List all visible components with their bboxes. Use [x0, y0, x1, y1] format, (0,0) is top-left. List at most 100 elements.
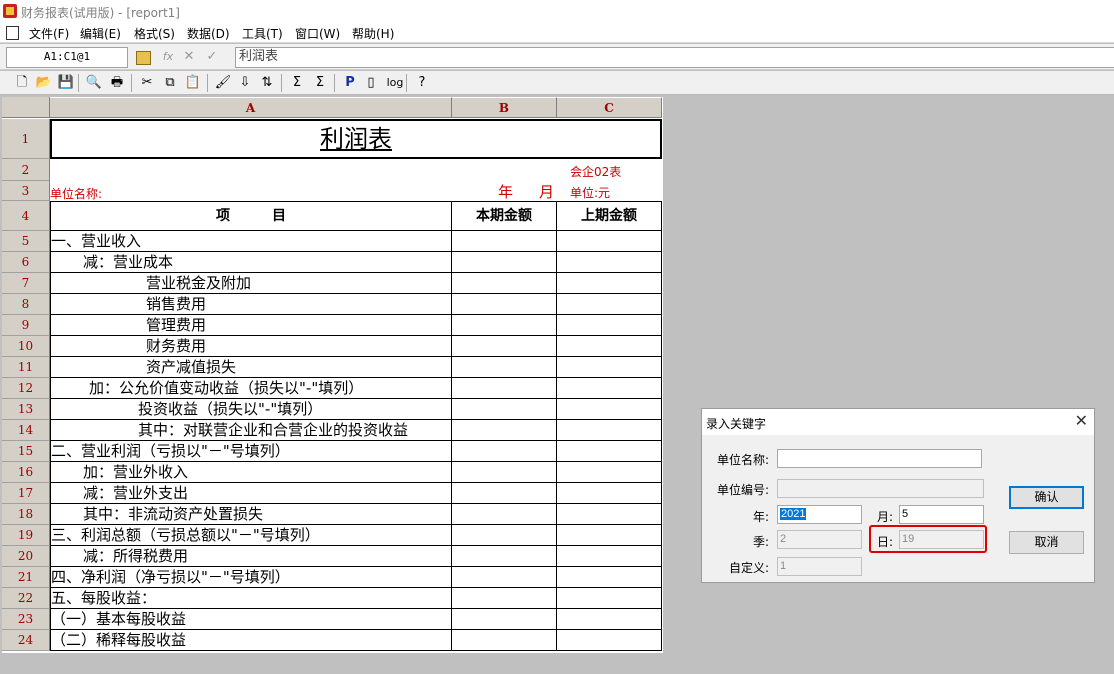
row-header[interactable]: 1: [2, 119, 50, 159]
line-item-label[interactable]: （二）稀释每股收益: [50, 630, 452, 651]
previous-amount-cell[interactable]: [557, 357, 662, 378]
help-pointer-icon[interactable]: ?: [413, 74, 431, 92]
month-input[interactable]: 5: [899, 505, 984, 524]
row-header[interactable]: 7: [2, 273, 50, 294]
previous-amount-cell[interactable]: [557, 546, 662, 567]
previous-amount-cell[interactable]: [557, 441, 662, 462]
current-amount-cell[interactable]: [452, 231, 557, 252]
line-item-label[interactable]: 销售费用: [50, 294, 452, 315]
previous-amount-cell[interactable]: [557, 273, 662, 294]
line-item-label[interactable]: 减：所得税费用: [50, 546, 452, 567]
unit-name-input[interactable]: [777, 449, 982, 468]
spreadsheet[interactable]: A B C 1 2 3 4 5 6 7 8 9 10 11 12 13 14 15 16 17 18 19 20 21 22 23…: [2, 97, 663, 653]
cut-icon[interactable]: ✂: [138, 74, 156, 92]
column-header-c[interactable]: C: [557, 97, 662, 118]
menu-help[interactable]: 帮助(H): [352, 25, 394, 42]
column-header-a[interactable]: A: [50, 97, 452, 118]
row-header[interactable]: 12: [2, 378, 50, 399]
previous-amount-cell[interactable]: [557, 630, 662, 651]
row-header[interactable]: 3: [2, 181, 50, 201]
current-amount-cell[interactable]: [452, 504, 557, 525]
current-amount-cell[interactable]: [452, 399, 557, 420]
row-header[interactable]: 9: [2, 315, 50, 336]
year-input[interactable]: 2021: [777, 505, 862, 524]
line-item-label[interactable]: 减：营业外支出: [50, 483, 452, 504]
row-header[interactable]: 10: [2, 336, 50, 357]
line-item-label[interactable]: 三、利润总额（亏损总额以"－"号填列）: [50, 525, 452, 546]
line-item-label[interactable]: 五、每股收益：: [50, 588, 452, 609]
row-header[interactable]: 24: [2, 630, 50, 651]
copy-icon[interactable]: ⧉: [161, 74, 179, 92]
sort-icon[interactable]: ⇅: [258, 74, 276, 92]
cancel-edit-icon[interactable]: ✕: [181, 49, 197, 65]
paste-icon[interactable]: 📋: [184, 74, 202, 92]
menu-data[interactable]: 数据(D): [187, 25, 230, 42]
line-item-label[interactable]: 营业税金及附加: [50, 273, 452, 294]
function-wizard-icon[interactable]: [136, 51, 151, 65]
confirm-edit-icon[interactable]: ✓: [204, 49, 220, 65]
row-header[interactable]: 8: [2, 294, 50, 315]
current-amount-cell[interactable]: [452, 567, 557, 588]
current-amount-cell[interactable]: [452, 420, 557, 441]
menu-tools[interactable]: 工具(T): [242, 25, 283, 42]
current-amount-cell[interactable]: [452, 546, 557, 567]
unit-code-input[interactable]: [777, 479, 984, 498]
custom-input[interactable]: 1: [777, 557, 862, 576]
previous-amount-cell[interactable]: [557, 525, 662, 546]
sum-icon[interactable]: Σ: [288, 74, 306, 92]
current-amount-cell[interactable]: [452, 273, 557, 294]
cell-reference-box[interactable]: A1:C1@1: [6, 47, 128, 68]
menu-edit[interactable]: 编辑(E): [80, 25, 121, 42]
current-amount-cell[interactable]: [452, 378, 557, 399]
previous-amount-cell[interactable]: [557, 399, 662, 420]
previous-amount-cell[interactable]: [557, 378, 662, 399]
current-amount-cell[interactable]: [452, 525, 557, 546]
row-header[interactable]: 4: [2, 201, 50, 231]
row-header[interactable]: 13: [2, 399, 50, 420]
previous-amount-cell[interactable]: [557, 336, 662, 357]
open-folder-icon[interactable]: 📂: [35, 74, 53, 92]
line-item-label[interactable]: 加：公允价值变动收益（损失以"-"填列）: [50, 378, 452, 399]
previous-amount-cell[interactable]: [557, 567, 662, 588]
line-item-label[interactable]: 财务费用: [50, 336, 452, 357]
line-item-label[interactable]: 其中：对联营企业和合营企业的投资收益: [50, 420, 452, 441]
report-title[interactable]: 利润表: [50, 119, 662, 159]
line-item-label[interactable]: 投资收益（损失以"-"填列）: [50, 399, 452, 420]
close-icon[interactable]: ✕: [1075, 412, 1088, 430]
p-icon[interactable]: P: [341, 74, 359, 92]
previous-amount-cell[interactable]: [557, 315, 662, 336]
line-item-label[interactable]: 四、净利润（净亏损以"－"号填列）: [50, 567, 452, 588]
line-item-label[interactable]: 一、营业收入: [50, 231, 452, 252]
formula-input[interactable]: 利润表: [235, 47, 1114, 68]
row-header[interactable]: 22: [2, 588, 50, 609]
quarter-input[interactable]: 2: [777, 530, 862, 549]
menu-file[interactable]: 文件(F): [29, 25, 69, 42]
previous-amount-cell[interactable]: [557, 462, 662, 483]
format-brush-icon[interactable]: 🖌: [214, 74, 232, 92]
current-amount-cell[interactable]: [452, 630, 557, 651]
previous-amount-cell[interactable]: [557, 504, 662, 525]
row-header[interactable]: 11: [2, 357, 50, 378]
current-amount-cell[interactable]: [452, 609, 557, 630]
column-header-b[interactable]: B: [452, 97, 557, 118]
line-item-label[interactable]: （一）基本每股收益: [50, 609, 452, 630]
sum-column-icon[interactable]: Σ: [311, 74, 329, 92]
previous-amount-cell[interactable]: [557, 483, 662, 504]
row-header[interactable]: 16: [2, 462, 50, 483]
row-header[interactable]: 5: [2, 231, 50, 252]
line-item-label[interactable]: 资产减值损失: [50, 357, 452, 378]
current-amount-cell[interactable]: [452, 588, 557, 609]
print-preview-icon[interactable]: 🔍: [85, 74, 103, 92]
current-amount-cell[interactable]: [452, 357, 557, 378]
current-amount-cell[interactable]: [452, 441, 557, 462]
previous-amount-cell[interactable]: [557, 231, 662, 252]
select-all-corner[interactable]: [2, 97, 50, 118]
line-item-label[interactable]: 二、营业利润（亏损以"－"号填列）: [50, 441, 452, 462]
line-item-label[interactable]: 其中：非流动资产处置损失: [50, 504, 452, 525]
confirm-button[interactable]: 确认: [1009, 486, 1084, 509]
menu-window[interactable]: 窗口(W): [295, 25, 340, 42]
row-header[interactable]: 21: [2, 567, 50, 588]
insert-icon[interactable]: ⇩: [236, 74, 254, 92]
row-header[interactable]: 23: [2, 609, 50, 630]
previous-amount-cell[interactable]: [557, 609, 662, 630]
